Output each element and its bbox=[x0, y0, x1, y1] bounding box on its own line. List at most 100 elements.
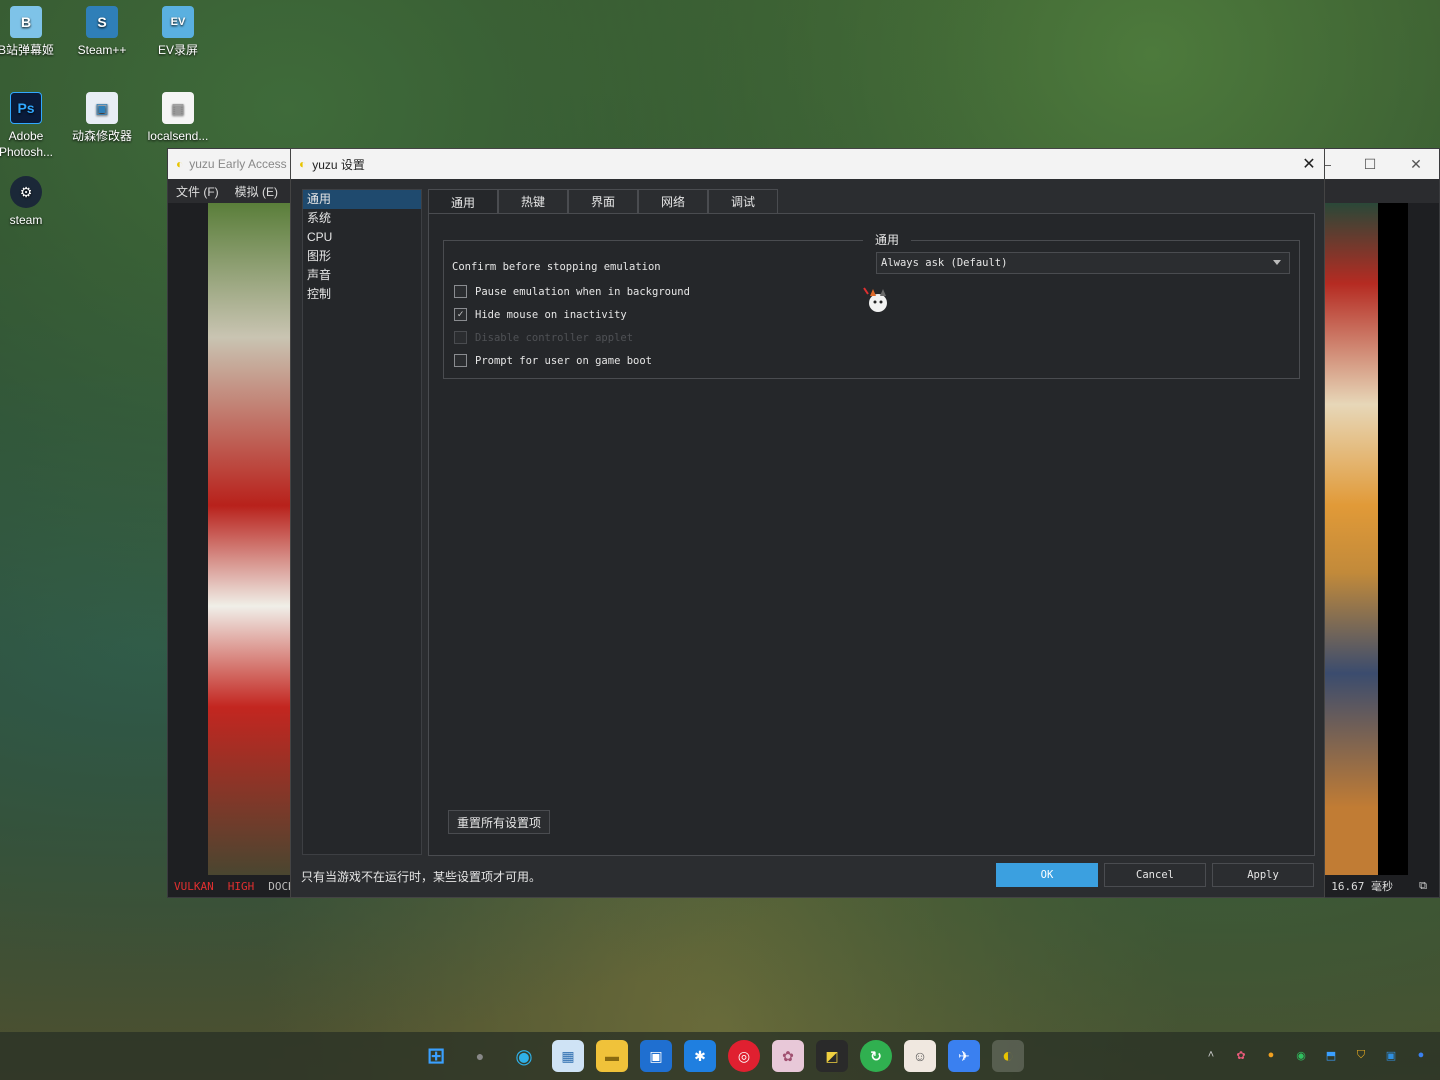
store-icon[interactable]: ▣ bbox=[640, 1040, 672, 1072]
file-explorer-icon[interactable]: ▬ bbox=[596, 1040, 628, 1072]
footer-note: 只有当游戏不在运行时，某些设置项才可用。 bbox=[301, 870, 542, 884]
system-tray: ˄ ✿ ● ◉ ⬒ ⛉ ▣ ● bbox=[1202, 1046, 1430, 1064]
tray-shield-icon[interactable]: ⛉ bbox=[1352, 1046, 1370, 1064]
yuzu-logo-icon: ◐ bbox=[299, 157, 307, 171]
ok-button[interactable]: OK bbox=[996, 863, 1098, 887]
tray-dot-icon[interactable]: ● bbox=[1262, 1046, 1280, 1064]
microphone-icon[interactable]: ● bbox=[1412, 1046, 1430, 1064]
check-icon: ✓ bbox=[457, 309, 464, 320]
edge-browser-icon[interactable]: ◉ bbox=[508, 1040, 540, 1072]
dialog-title: yuzu 设置 bbox=[312, 157, 365, 172]
nav-item-cpu[interactable]: CPU bbox=[303, 228, 421, 247]
photos-icon[interactable]: ▦ bbox=[552, 1040, 584, 1072]
yuzu-mascot-icon bbox=[863, 287, 887, 312]
steampp-icon: S bbox=[86, 6, 118, 38]
prompt-user-checkbox[interactable]: Prompt for user on game boot bbox=[454, 354, 652, 367]
pause-background-checkbox[interactable]: Pause emulation when in background bbox=[454, 285, 690, 298]
fullscreen-icon[interactable]: ⧉ bbox=[1419, 879, 1427, 893]
yuzu-taskbar-icon[interactable]: ◐ bbox=[992, 1040, 1024, 1072]
tray-bluetooth-icon[interactable]: ⬒ bbox=[1322, 1046, 1340, 1064]
green-app-icon[interactable]: ↻ bbox=[860, 1040, 892, 1072]
tab-ui[interactable]: 界面 bbox=[568, 189, 638, 213]
desktop-icon-steam[interactable]: ⚙ steam bbox=[0, 176, 62, 228]
nav-item-audio[interactable]: 声音 bbox=[303, 266, 421, 285]
feishu-icon[interactable]: ✈ bbox=[948, 1040, 980, 1072]
checkbox-label: Disable controller applet bbox=[475, 331, 634, 344]
nav-item-system[interactable]: 系统 bbox=[303, 209, 421, 228]
search-icon[interactable]: ● bbox=[464, 1040, 496, 1072]
desktop-icon-label: steam bbox=[9, 213, 43, 227]
photoshop-icon: Ps bbox=[10, 92, 42, 124]
file-icon: ▤ bbox=[162, 92, 194, 124]
desktop-icon-steampp[interactable]: S Steam++ bbox=[66, 6, 138, 58]
anime-app-icon[interactable]: ✿ bbox=[772, 1040, 804, 1072]
game-frame-left bbox=[208, 203, 292, 875]
desktop-icon-label: Steam++ bbox=[77, 43, 127, 57]
nav-item-general[interactable]: 通用 bbox=[303, 190, 421, 209]
close-icon[interactable]: ✕ bbox=[1393, 149, 1439, 179]
desktop-icon-ev-recorder[interactable]: EV EV录屏 bbox=[142, 6, 214, 58]
desktop-icon-acnh-editor[interactable]: ▣ 动森修改器 bbox=[66, 92, 138, 144]
desktop-icon-bilibili[interactable]: B B站弹幕姬 bbox=[0, 6, 62, 58]
tray-app-blue-icon[interactable]: ▣ bbox=[1382, 1046, 1400, 1064]
status-gpu-accuracy[interactable]: HIGH bbox=[228, 880, 255, 893]
reset-all-settings-button[interactable]: 重置所有设置项 bbox=[448, 810, 551, 834]
dialog-titlebar: ◐ yuzu 设置 ✕ bbox=[291, 149, 1324, 179]
character-app-icon[interactable]: ☺ bbox=[904, 1040, 936, 1072]
desktop-icon-label: 动森修改器 bbox=[71, 129, 132, 143]
confirm-stop-value: Always ask (Default) bbox=[881, 257, 1008, 269]
group-title: 通用 bbox=[863, 231, 912, 248]
ev-recorder-icon: EV bbox=[162, 6, 194, 38]
confirm-stop-select[interactable]: Always ask (Default) bbox=[876, 252, 1290, 274]
acnh-editor-icon: ▣ bbox=[86, 92, 118, 124]
settings-nav-list: 通用 系统 CPU 图形 声音 控制 bbox=[302, 189, 422, 855]
taskbar: ⊞ ● ◉ ▦ ▬ ▣ ✱ ◎ ✿ ◩ ↻ ☺ ✈ ◐ ˄ ✿ ● ◉ ⬒ ⛉ … bbox=[0, 1032, 1440, 1080]
settings-tabs: 通用 热键 界面 网络 调试 bbox=[428, 189, 778, 214]
checkbox-label: Hide mouse on inactivity bbox=[475, 308, 627, 321]
apply-button[interactable]: Apply bbox=[1212, 863, 1314, 887]
nav-item-graphics[interactable]: 图形 bbox=[303, 247, 421, 266]
tab-network[interactable]: 网络 bbox=[638, 189, 708, 213]
tray-app-icon[interactable]: ✿ bbox=[1232, 1046, 1250, 1064]
checkbox-box bbox=[454, 331, 467, 344]
checkbox-box[interactable] bbox=[454, 354, 467, 367]
tab-general[interactable]: 通用 bbox=[428, 189, 498, 214]
cancel-button[interactable]: Cancel bbox=[1104, 863, 1206, 887]
menu-emulation[interactable]: 模拟 (E) bbox=[235, 183, 278, 200]
tray-green-icon[interactable]: ◉ bbox=[1292, 1046, 1310, 1064]
status-frametime: 16.67 毫秒 bbox=[1331, 880, 1393, 893]
desktop-icon-label: EV录屏 bbox=[157, 43, 198, 57]
tab-debug[interactable]: 调试 bbox=[708, 189, 778, 213]
app-icon-star[interactable]: ✱ bbox=[684, 1040, 716, 1072]
yuzu-logo-icon: ◐ bbox=[176, 157, 184, 171]
general-group: 通用 Confirm before stopping emulation Alw… bbox=[443, 231, 1300, 379]
checkbox-box[interactable]: ✓ bbox=[454, 308, 467, 321]
main-window-title: yuzu Early Access bbox=[189, 157, 287, 171]
chevron-down-icon bbox=[1273, 260, 1281, 265]
confirm-stop-label: Confirm before stopping emulation bbox=[452, 261, 661, 273]
chevron-up-icon[interactable]: ˄ bbox=[1202, 1046, 1220, 1064]
disable-controller-applet-checkbox: Disable controller applet bbox=[454, 331, 633, 344]
sticky-notes-icon[interactable]: ◩ bbox=[816, 1040, 848, 1072]
desktop-icon-photoshop[interactable]: Ps Adobe Photosh... bbox=[0, 92, 62, 160]
settings-dialog: ◐ yuzu 设置 ✕ 通用 系统 CPU 图形 声音 控制 通用 热键 界面 … bbox=[290, 148, 1325, 898]
bilibili-icon: B bbox=[10, 6, 42, 38]
hide-mouse-checkbox[interactable]: ✓ Hide mouse on inactivity bbox=[454, 308, 627, 321]
desktop-icon-label: B站弹幕姬 bbox=[0, 43, 54, 57]
desktop-icon-label: Adobe Photosh... bbox=[0, 129, 54, 159]
desktop-icon-localsend[interactable]: ▤ localsend... bbox=[142, 92, 214, 144]
tab-hotkeys[interactable]: 热键 bbox=[498, 189, 568, 213]
checkbox-box[interactable] bbox=[454, 285, 467, 298]
checkbox-label: Pause emulation when in background bbox=[475, 285, 690, 298]
tab-panel-general: 通用 Confirm before stopping emulation Alw… bbox=[428, 213, 1315, 856]
netease-music-icon[interactable]: ◎ bbox=[728, 1040, 760, 1072]
windows-start-icon[interactable]: ⊞ bbox=[420, 1040, 452, 1072]
menu-file[interactable]: 文件 (F) bbox=[176, 183, 219, 200]
checkbox-label: Prompt for user on game boot bbox=[475, 354, 653, 367]
maximize-icon[interactable]: ☐ bbox=[1347, 149, 1393, 179]
taskbar-apps: ⊞ ● ◉ ▦ ▬ ▣ ✱ ◎ ✿ ◩ ↻ ☺ ✈ ◐ bbox=[420, 1040, 1024, 1072]
steam-icon: ⚙ bbox=[10, 176, 42, 208]
nav-item-controls[interactable]: 控制 bbox=[303, 285, 421, 304]
close-icon[interactable]: ✕ bbox=[1294, 149, 1324, 179]
status-graphics-api[interactable]: VULKAN bbox=[174, 880, 214, 893]
